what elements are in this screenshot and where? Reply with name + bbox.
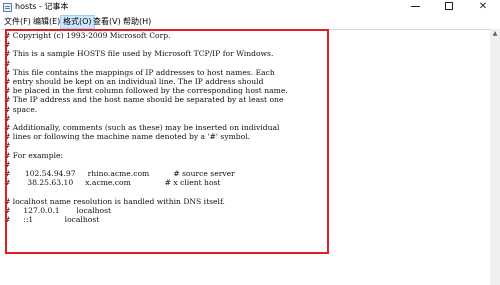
text-line: # Additionally, comments (such as these)… bbox=[4, 123, 280, 133]
maximize-button[interactable] bbox=[434, 0, 464, 15]
window-title: hosts - 记事本 bbox=[15, 2, 69, 11]
vertical-scrollbar[interactable]: ▲ bbox=[490, 29, 500, 285]
text-line: # space. bbox=[4, 104, 38, 114]
text-line: # bbox=[4, 141, 11, 151]
title-bar[interactable]: hosts - 记事本 ✕ bbox=[0, 0, 500, 15]
text-line: # entry should be kept on an individual … bbox=[4, 77, 264, 87]
text-line: # bbox=[4, 58, 11, 68]
document-text[interactable]: # Copyright (c) 1993-2009 Microsoft Corp… bbox=[4, 31, 486, 224]
menu-view[interactable]: 查看(V) bbox=[91, 15, 123, 29]
text-line: # ::1 localhost bbox=[4, 215, 100, 225]
close-button[interactable]: ✕ bbox=[468, 0, 498, 15]
notepad-window: hosts - 记事本 ✕ 文件(F) 编辑(E) 格式(O) 查看(V) 帮助… bbox=[0, 0, 500, 285]
text-line: # 127.0.0.1 localhost bbox=[4, 205, 112, 215]
text-line: # The IP address and the host name shoul… bbox=[4, 95, 284, 105]
text-line: # lines or following the machine name de… bbox=[4, 132, 251, 142]
minimize-icon bbox=[410, 5, 420, 7]
text-line bbox=[4, 187, 486, 196]
menu-file[interactable]: 文件(F) bbox=[2, 15, 33, 29]
text-line: # bbox=[4, 159, 11, 169]
text-line: # localhost name resolution is handled w… bbox=[4, 196, 225, 206]
text-line: # 38.25.63.10 x.acme.com # x client host bbox=[4, 178, 221, 188]
menu-help[interactable]: 帮助(H) bbox=[121, 15, 153, 29]
notepad-icon bbox=[3, 3, 12, 12]
text-line: # For example: bbox=[4, 150, 64, 160]
text-line: # This file contains the mappings of IP … bbox=[4, 67, 275, 77]
menu-bar: 文件(F) 编辑(E) 格式(O) 查看(V) 帮助(H) bbox=[0, 15, 500, 29]
text-line: # This is a sample HOSTS file used by Mi… bbox=[4, 49, 274, 59]
scroll-up-arrow-icon[interactable]: ▲ bbox=[490, 29, 500, 39]
text-line: # Copyright (c) 1993-2009 Microsoft Corp… bbox=[4, 31, 171, 40]
text-line: # bbox=[4, 113, 11, 123]
text-line: # 102.54.94.97 rhino.acme.com # source s… bbox=[4, 169, 235, 179]
minimize-button[interactable] bbox=[400, 0, 430, 15]
menu-edit[interactable]: 编辑(E) bbox=[31, 15, 62, 29]
text-line: # be placed in the first column followed… bbox=[4, 86, 288, 96]
text-line: # bbox=[4, 40, 11, 50]
maximize-icon bbox=[445, 2, 453, 10]
menu-format[interactable]: 格式(O) bbox=[60, 15, 95, 29]
